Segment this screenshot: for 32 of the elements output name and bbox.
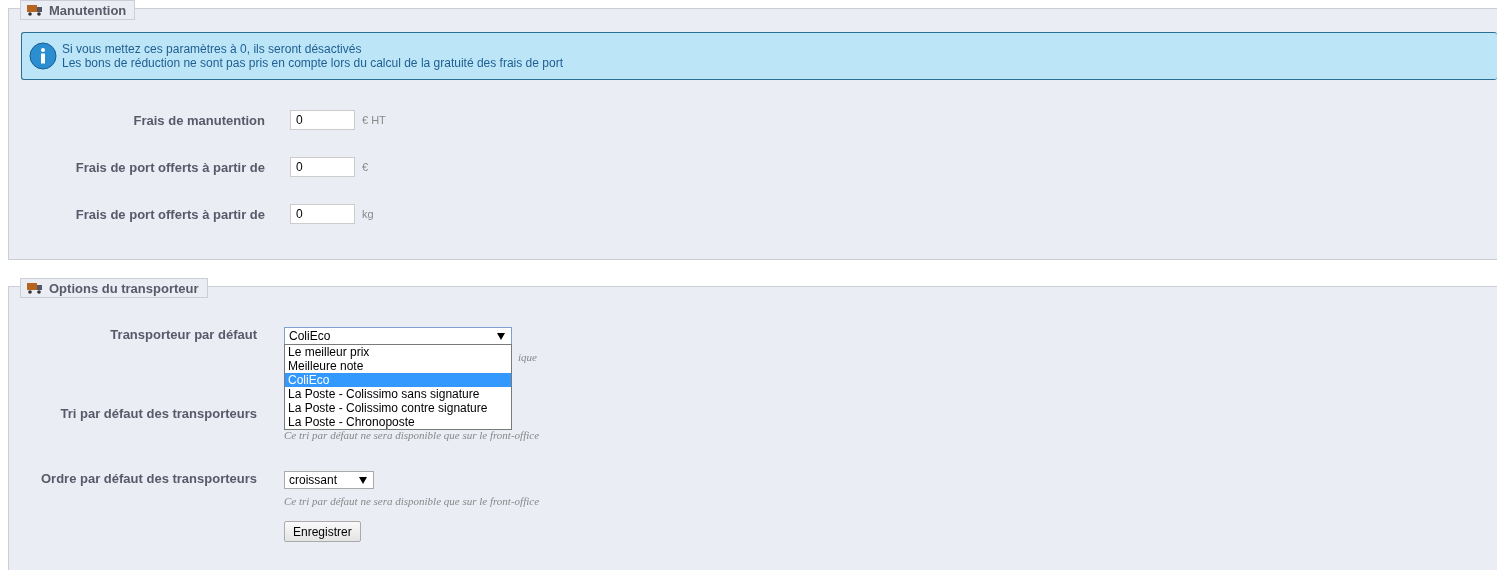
info-message: Si vous mettez ces paramètres à 0, ils seront désactivés [62,42,363,56]
input-field[interactable]: 0 [290,110,355,130]
field-label: Transporteur par défaut [109,327,257,342]
unit-label: € [362,161,369,173]
dropdown-option[interactable]: Le meilleur prix [285,345,511,359]
caret-icon [497,332,505,340]
unit-label: kg [362,208,374,220]
info-message: Les bons de réduction ne sont pas pris en compte lors du calcul de la gratuité des frais de port [62,56,563,70]
hint-text: ique [518,351,537,364]
input-field[interactable]: 0 [290,204,355,224]
section-title: Options du transporteur [49,280,199,296]
input-field[interactable]: 0 [290,157,355,177]
dropdown-option[interactable]: Meilleure note [285,359,511,373]
hint-text: Ce tri par défaut ne sera disponible que sur le front-office [284,429,539,441]
info-icon [29,42,57,70]
field-label: Ordre par défaut des transporteurs [40,471,257,486]
caret-icon [359,476,367,484]
dropdown-option[interactable]: La Poste - Colissimo contre signature [285,401,511,415]
dropdown-option[interactable]: La Poste - Chronoposte [285,415,511,429]
hint-text: Ce tri par défaut ne sera disponible que sur le front-office [284,495,539,507]
dropdown-option[interactable]: La Poste - Colissimo sans signature [285,387,511,401]
section-title: Manutention [49,2,127,18]
field-label: Frais de port offerts à partir de [74,206,265,222]
field-label: Frais de manutention [132,112,265,128]
truck-icon [27,282,43,294]
unit-label: € HT [362,114,386,126]
carrier-select[interactable]: ColiEco [284,327,512,345]
field-label: Frais de port offerts à partir de [74,159,265,175]
truck-icon [27,4,43,16]
field-label: Tri par défaut des transporteurs [59,406,257,421]
save-button[interactable]: Enregistrer [284,521,361,542]
order-select[interactable]: croissant [284,471,374,489]
